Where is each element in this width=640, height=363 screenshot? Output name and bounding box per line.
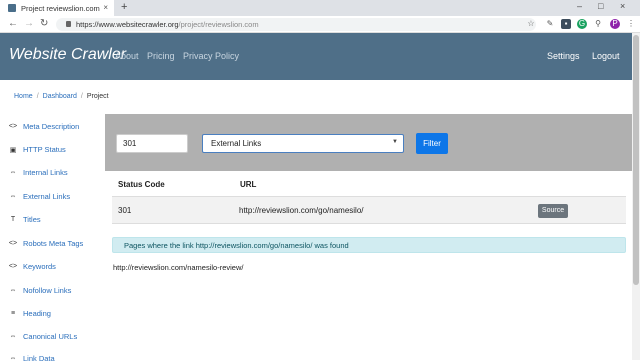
code-icon: <> xyxy=(8,123,18,130)
close-window-icon[interactable]: × xyxy=(620,1,625,11)
sidebar-item-link-data[interactable]: ⇔ Link Data xyxy=(8,354,55,363)
nav-logout[interactable]: Logout xyxy=(592,51,620,61)
code-icon: <> xyxy=(8,263,18,270)
bookmark-star-icon[interactable]: ☆ xyxy=(526,19,536,29)
chevron-down-icon: ▼ xyxy=(392,139,398,145)
breadcrumb-dashboard[interactable]: Dashboard xyxy=(43,93,77,100)
sidebar-item-internal-links[interactable]: ⇔ Internal Links xyxy=(8,168,68,177)
sidebar-item-keywords[interactable]: <> Keywords xyxy=(8,262,56,271)
result-url[interactable]: http://reviewslion.com/namesilo-review/ xyxy=(113,263,243,272)
nav-privacy-policy[interactable]: Privacy Policy xyxy=(183,51,239,61)
grammarly-icon[interactable]: G xyxy=(577,19,587,29)
scrollbar-thumb[interactable] xyxy=(633,35,639,285)
brand-logo[interactable]: Website Crawler xyxy=(9,46,126,64)
close-tab-icon[interactable]: × xyxy=(103,3,108,12)
link-type-select[interactable]: External Links ▼ xyxy=(202,134,404,153)
heading-icon: ≡ xyxy=(10,310,16,317)
back-icon[interactable]: ← xyxy=(8,18,18,29)
link-icon: ⇔ xyxy=(9,287,17,294)
sidebar-item-meta-description[interactable]: <> Meta Description xyxy=(8,122,79,131)
filter-panel: 301 External Links ▼ Filter xyxy=(105,114,632,171)
sidebar-item-robots-meta-tags[interactable]: <> Robots Meta Tags xyxy=(8,239,83,248)
status-code-input[interactable]: 301 xyxy=(116,134,188,153)
nav-pricing[interactable]: Pricing xyxy=(147,51,175,61)
url-host: https://www.websitecrawler.org xyxy=(76,20,179,29)
sidebar-item-titles[interactable]: T Titles xyxy=(8,215,41,224)
breadcrumb-current: Project xyxy=(86,93,109,100)
address-toolbar: ← → ↻ https://www.websitecrawler.org/pro… xyxy=(0,16,640,33)
browser-tab-bar: Project reviewslion.com × + – □ × xyxy=(0,0,640,16)
sidebar-item-http-status[interactable]: ▣ HTTP Status xyxy=(8,145,66,154)
lock-icon xyxy=(66,21,71,27)
nav-settings[interactable]: Settings xyxy=(547,51,580,61)
cell-url: http://reviewslion.com/go/namesilo/ xyxy=(239,206,364,215)
source-button[interactable]: Source xyxy=(538,204,568,218)
column-header-status-code: Status Code xyxy=(118,180,165,189)
profile-avatar[interactable]: P xyxy=(610,19,620,29)
cell-status-code: 301 xyxy=(118,206,132,215)
link-icon: ⇔ xyxy=(9,169,17,176)
sidebar-item-heading[interactable]: ≡ Heading xyxy=(8,309,51,318)
tab-title: Project reviewslion.com xyxy=(21,3,100,13)
menu-dots-icon[interactable]: ⋮ xyxy=(626,19,636,29)
link-icon: ⇔ xyxy=(9,333,17,340)
favicon-icon xyxy=(8,4,16,12)
extension-icon[interactable]: ✎ xyxy=(545,19,555,29)
extension-badge-icon[interactable]: ▪ xyxy=(561,19,571,29)
new-tab-button[interactable]: + xyxy=(121,1,127,13)
puzzle-icon[interactable]: ⚲ xyxy=(593,19,603,29)
maximize-icon[interactable]: □ xyxy=(598,1,603,11)
link-icon: ⇔ xyxy=(9,193,17,200)
table-row: 301 http://reviewslion.com/go/namesilo/ … xyxy=(112,196,626,224)
forward-icon[interactable]: → xyxy=(24,18,34,29)
scrollbar[interactable] xyxy=(632,33,640,360)
text-icon: T xyxy=(10,216,16,223)
code-icon: <> xyxy=(8,240,18,247)
filter-button[interactable]: Filter xyxy=(416,133,448,154)
site-navbar: Website Crawler About Pricing Privacy Po… xyxy=(0,33,632,80)
url-path: /project/reviewslion.com xyxy=(178,20,259,29)
sidebar-item-nofollow-links[interactable]: ⇔ Nofollow Links xyxy=(8,286,72,295)
nav-about[interactable]: About xyxy=(115,51,139,61)
info-alert: Pages where the link http://reviewslion.… xyxy=(112,237,626,253)
column-header-url: URL xyxy=(240,180,257,189)
status-icon: ▣ xyxy=(9,146,17,154)
sidebar-item-canonical-urls[interactable]: ⇔ Canonical URLs xyxy=(8,332,78,341)
link-type-selected: External Links xyxy=(211,139,262,148)
breadcrumb: Home / Dashboard / Project xyxy=(14,93,109,100)
reload-icon[interactable]: ↻ xyxy=(40,18,48,29)
minimize-icon[interactable]: – xyxy=(577,1,582,11)
breadcrumb-home[interactable]: Home xyxy=(14,93,33,100)
sidebar-item-external-links[interactable]: ⇔ External Links xyxy=(8,192,71,201)
browser-tab[interactable]: Project reviewslion.com × xyxy=(0,0,114,16)
url-bar[interactable]: https://www.websitecrawler.org/project/r… xyxy=(56,18,536,31)
link-icon: ⇔ xyxy=(9,355,17,362)
